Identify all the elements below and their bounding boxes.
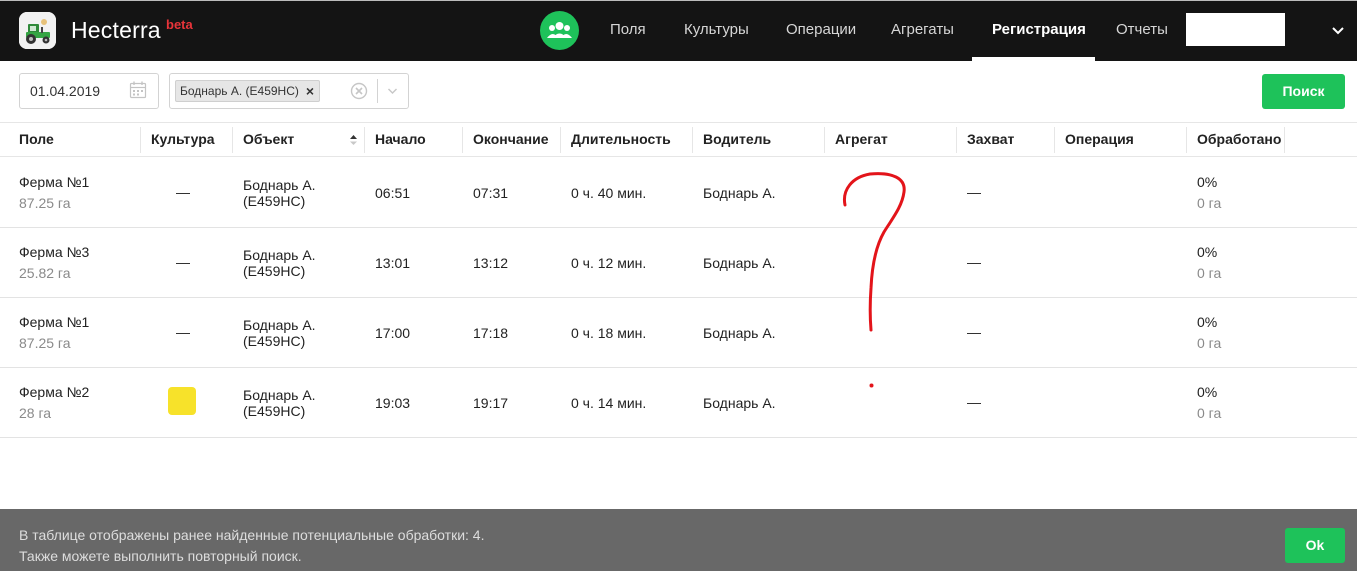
nav-reports[interactable]: Отчеты: [1116, 0, 1168, 61]
table-row-processed-area: 0 га: [1197, 335, 1222, 351]
table-row-object-plate: (Е459НС): [243, 403, 306, 419]
chevron-down-icon[interactable]: [1330, 22, 1346, 38]
table-row-end: 17:18: [473, 325, 509, 341]
table-row-field[interactable]: Ферма №1: [19, 314, 89, 331]
table-row-driver: Боднарь А.: [703, 395, 776, 411]
table-row-width: —: [967, 394, 981, 410]
chip-remove-button[interactable]: ×: [303, 80, 317, 102]
table-row-start: 19:03: [375, 395, 411, 411]
column-header-processed[interactable]: Обработано: [1187, 122, 1281, 157]
app-name[interactable]: Hecterra: [71, 17, 161, 44]
table-row-width: —: [967, 254, 981, 270]
table-row-processed-pct: 0%: [1197, 244, 1218, 260]
table-row-driver: Боднарь А.: [703, 255, 776, 271]
column-header-duration[interactable]: Длительность: [561, 122, 671, 157]
column-header-operation[interactable]: Операция: [1055, 122, 1134, 157]
table-row-start: 17:00: [375, 325, 411, 341]
active-tab-indicator: [972, 57, 1095, 61]
nav-fields[interactable]: Поля: [610, 0, 646, 61]
table-row-duration: 0 ч. 40 мин.: [571, 185, 647, 201]
culture-color-swatch: [168, 387, 196, 415]
user-name-redacted[interactable]: [1186, 13, 1285, 46]
table-row-culture: —: [176, 184, 190, 200]
tractor-icon[interactable]: [19, 12, 56, 49]
table-row-start: 13:01: [375, 255, 411, 271]
table-row-field[interactable]: Ферма №2: [19, 384, 89, 401]
table-row-object: Боднарь А.: [243, 387, 316, 403]
notification-text-secondary: Также можете выполнить повторный поиск.: [19, 548, 302, 564]
beta-badge: beta: [166, 17, 193, 32]
row-divider: [0, 227, 1357, 228]
table-row-area: 25.82 га: [19, 265, 71, 281]
table-row-width: —: [967, 324, 981, 340]
sort-icon[interactable]: [349, 133, 358, 145]
column-header-driver[interactable]: Водитель: [693, 122, 771, 157]
table-row-processed-pct: 0%: [1197, 384, 1218, 400]
table-row-field[interactable]: Ферма №1: [19, 174, 89, 191]
table-row-object: Боднарь А.: [243, 247, 316, 263]
table-row-width: —: [967, 184, 981, 200]
column-divider: [1284, 127, 1285, 153]
column-header-object[interactable]: Объект: [233, 122, 294, 157]
table-row-object-plate: (Е459НС): [243, 333, 306, 349]
table-row-culture: —: [176, 324, 190, 340]
table-row-object-plate: (Е459НС): [243, 263, 306, 279]
table-row-area: 87.25 га: [19, 195, 71, 211]
table-row-culture: —: [176, 254, 190, 270]
nav-operations[interactable]: Операции: [786, 0, 856, 61]
table-row-end: 13:12: [473, 255, 509, 271]
clear-icon[interactable]: [350, 82, 368, 100]
table-row-object: Боднарь А.: [243, 177, 316, 193]
nav-registration[interactable]: Регистрация: [992, 0, 1086, 61]
table-row-area: 87.25 га: [19, 335, 71, 351]
select-divider: [377, 79, 378, 103]
column-header-end[interactable]: Окончание: [463, 122, 548, 157]
driver-chip-label: Боднарь А. (Е459НС): [180, 84, 299, 98]
column-header-field[interactable]: Поле: [9, 122, 54, 157]
calendar-icon[interactable]: [129, 80, 147, 100]
table-row-driver: Боднарь А.: [703, 185, 776, 201]
nav-implements[interactable]: Агрегаты: [891, 0, 954, 61]
table-row-driver: Боднарь А.: [703, 325, 776, 341]
search-button[interactable]: Поиск: [1262, 74, 1345, 109]
table-row-field[interactable]: Ферма №3: [19, 244, 89, 261]
table-row-processed-pct: 0%: [1197, 314, 1218, 330]
table-row-object: Боднарь А.: [243, 317, 316, 333]
users-button[interactable]: [540, 11, 579, 50]
column-header-culture[interactable]: Культура: [141, 122, 215, 157]
row-divider: [0, 297, 1357, 298]
table-row-area: 28 га: [19, 405, 52, 421]
chevron-down-icon[interactable]: [385, 83, 400, 98]
column-header-implement[interactable]: Агрегат: [825, 122, 888, 157]
nav-cultures[interactable]: Культуры: [684, 0, 749, 61]
table-row-start: 06:51: [375, 185, 411, 201]
ok-button[interactable]: Ok: [1285, 528, 1345, 563]
notification-text: В таблице отображены ранее найденные пот…: [19, 527, 485, 543]
users-icon: [547, 22, 572, 38]
table-row-duration: 0 ч. 18 мин.: [571, 325, 647, 341]
column-header-width[interactable]: Захват: [957, 122, 1014, 157]
table-row-processed-area: 0 га: [1197, 405, 1222, 421]
column-header-start[interactable]: Начало: [365, 122, 426, 157]
table-row-duration: 0 ч. 14 мин.: [571, 395, 647, 411]
table-row-end: 07:31: [473, 185, 509, 201]
row-divider: [0, 367, 1357, 368]
table-row-object-plate: (Е459НС): [243, 193, 306, 209]
table-row-processed-area: 0 га: [1197, 195, 1222, 211]
table-row-duration: 0 ч. 12 мин.: [571, 255, 647, 271]
table-row-processed-pct: 0%: [1197, 174, 1218, 190]
table-row-processed-area: 0 га: [1197, 265, 1222, 281]
table-row-end: 19:17: [473, 395, 509, 411]
row-divider: [0, 437, 1357, 438]
